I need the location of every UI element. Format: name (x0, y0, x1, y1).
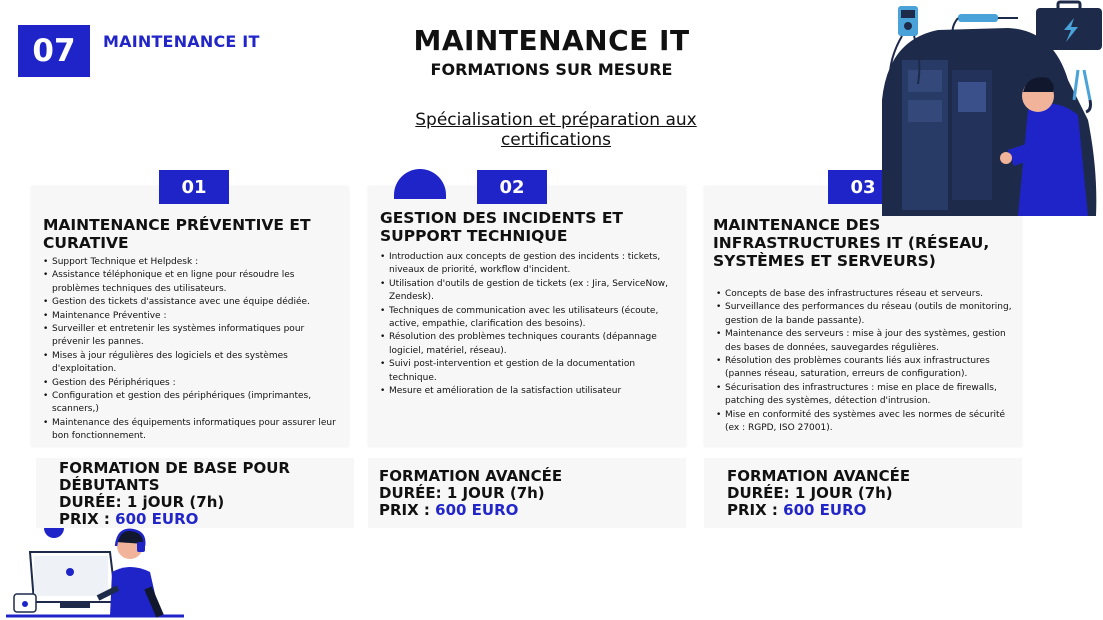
header: MAINTENANCE IT FORMATIONS SUR MESURE (395, 24, 708, 80)
course-topics: Introduction aux concepts de gestion des… (380, 251, 675, 399)
list-item: Maintenance des serveurs : mise à jour d… (716, 328, 1018, 355)
course-title: MAINTENANCE PRÉVENTIVE ET CURATIVE (43, 216, 311, 252)
course-duration: DURÉE: 1 JOUR (7h) (727, 484, 893, 502)
price-value: 600 EURO (115, 510, 199, 528)
certification-link[interactable]: Spécialisation et préparation aux certif… (395, 110, 717, 150)
price-label: PRIX : (727, 501, 784, 519)
course-level: FORMATION AVANCÉE (379, 467, 563, 485)
list-item: Résolution des problèmes techniques cour… (380, 331, 675, 358)
course-level: FORMATION DE BASE POUR DÉBUTANTS (59, 459, 290, 494)
course-card-3: MAINTENANCE DES INFRASTRUCTURES IT (RÉSE… (704, 186, 1022, 447)
list-item: Gestion des tickets d'assistance avec un… (43, 296, 343, 310)
list-item: Sécurisation des infrastructures : mise … (716, 382, 1018, 409)
list-item: Résolution des problèmes courants liés a… (716, 355, 1018, 382)
decorative-circle (394, 169, 446, 199)
list-item: Mise en conformité des systèmes avec les… (716, 409, 1018, 436)
course-price: PRIX : 600 EURO (379, 502, 679, 519)
course-level: FORMATION AVANCÉE (727, 467, 911, 485)
price-label: PRIX : (59, 510, 116, 528)
list-item: Maintenance des équipements informatique… (43, 417, 343, 444)
list-item: Gestion des Périphériques : (43, 377, 343, 391)
list-item: Concepts de base des infrastructures rés… (716, 288, 1018, 302)
course-topics: Concepts de base des infrastructures rés… (716, 288, 1018, 435)
list-item: Mises à jour régulières des logiciels et… (43, 350, 343, 377)
price-value: 600 EURO (783, 501, 867, 519)
list-item: Mesure et amélioration de la satisfactio… (380, 385, 675, 399)
section-label: MAINTENANCE IT (103, 32, 260, 51)
list-item: Surveiller et entretenir les systèmes in… (43, 323, 343, 350)
list-item: Support Technique et Helpdesk : (43, 256, 343, 270)
list-item: Configuration et gestion des périphériqu… (43, 390, 343, 417)
course-number-tab: 02 (477, 170, 547, 204)
list-item: Surveillance des performances du réseau … (716, 301, 1018, 328)
course-topics: Support Technique et Helpdesk : Assistan… (43, 256, 343, 444)
course-card-2: GESTION DES INCIDENTS ET SUPPORT TECHNIQ… (368, 186, 686, 447)
course-duration: DURÉE: 1 jOUR (7h) (59, 493, 225, 511)
pricing-box-3: FORMATION AVANCÉE DURÉE: 1 JOUR (7h) PRI… (704, 458, 1022, 528)
price-label: PRIX : (379, 501, 436, 519)
technician-illustration (882, 0, 1102, 216)
pricing-box-2: FORMATION AVANCÉE DURÉE: 1 JOUR (7h) PRI… (368, 458, 686, 528)
list-item: Techniques de communication avec les uti… (380, 305, 675, 332)
page-subtitle: FORMATIONS SUR MESURE (430, 60, 673, 79)
toolbox-icon (1036, 0, 1102, 50)
section-number-badge: 07 (18, 25, 90, 77)
price-value: 600 EURO (435, 501, 519, 519)
list-item: Suivi post-intervention et gestion de la… (380, 358, 675, 385)
course-duration: DURÉE: 1 JOUR (7h) (379, 484, 545, 502)
course-price: PRIX : 600 EURO (727, 502, 1017, 519)
list-item: Maintenance Préventive : (43, 310, 343, 324)
course-price: PRIX : 600 EURO (59, 511, 339, 528)
list-item: Introduction aux concepts de gestion des… (380, 251, 675, 278)
course-number-tab: 01 (159, 170, 229, 204)
list-item: Assistance téléphonique et en ligne pour… (43, 269, 343, 296)
course-title: MAINTENANCE DES INFRASTRUCTURES IT (RÉSE… (713, 216, 990, 270)
course-card-1: MAINTENANCE PRÉVENTIVE ET CURATIVE Suppo… (31, 186, 349, 447)
support-agent-illustration (6, 528, 184, 618)
course-title: GESTION DES INCIDENTS ET SUPPORT TECHNIQ… (380, 209, 623, 245)
pricing-box-1: FORMATION DE BASE POUR DÉBUTANTS DURÉE: … (36, 458, 354, 528)
list-item: Utilisation d'outils de gestion de ticke… (380, 278, 675, 305)
page-title: MAINTENANCE IT (413, 24, 690, 57)
